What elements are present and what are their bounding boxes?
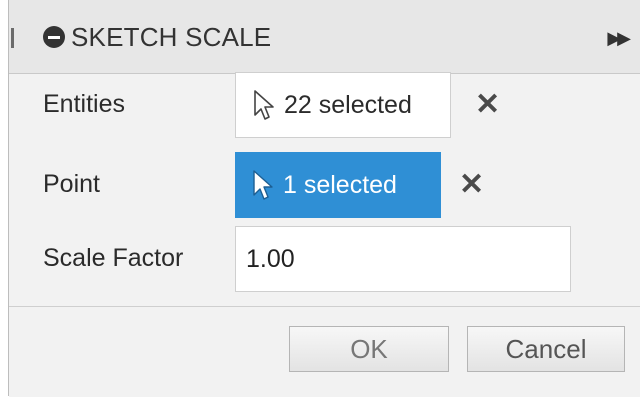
point-label: Point: [43, 170, 100, 198]
arrow-cursor-icon: [253, 170, 273, 200]
scale-factor-input[interactable]: 1.00: [235, 226, 571, 292]
sketch-scale-dialog: SKETCH SCALE ▶▶ Entities 22 selected ✕ P…: [8, 0, 640, 397]
point-selection-count: 1 selected: [283, 170, 397, 199]
minus-circle-icon[interactable]: [43, 26, 65, 48]
entities-selection-count: 22 selected: [284, 90, 412, 119]
point-selector[interactable]: 1 selected: [235, 152, 441, 218]
scale-factor-label: Scale Factor: [43, 244, 184, 272]
drag-grip[interactable]: [11, 28, 14, 48]
dialog-title: SKETCH SCALE: [71, 22, 272, 52]
entities-selector[interactable]: 22 selected: [235, 72, 451, 138]
clear-point-x-icon[interactable]: ✕: [459, 170, 484, 200]
arrow-cursor-icon: [254, 90, 274, 120]
entities-label: Entities: [43, 90, 125, 118]
ok-button[interactable]: OK: [289, 326, 449, 372]
cancel-button[interactable]: Cancel: [467, 326, 625, 372]
double-chevron-right-icon[interactable]: ▶▶: [607, 28, 631, 49]
dialog-titlebar[interactable]: SKETCH SCALE ▶▶: [9, 0, 640, 74]
clear-entities-x-icon[interactable]: ✕: [475, 90, 500, 120]
